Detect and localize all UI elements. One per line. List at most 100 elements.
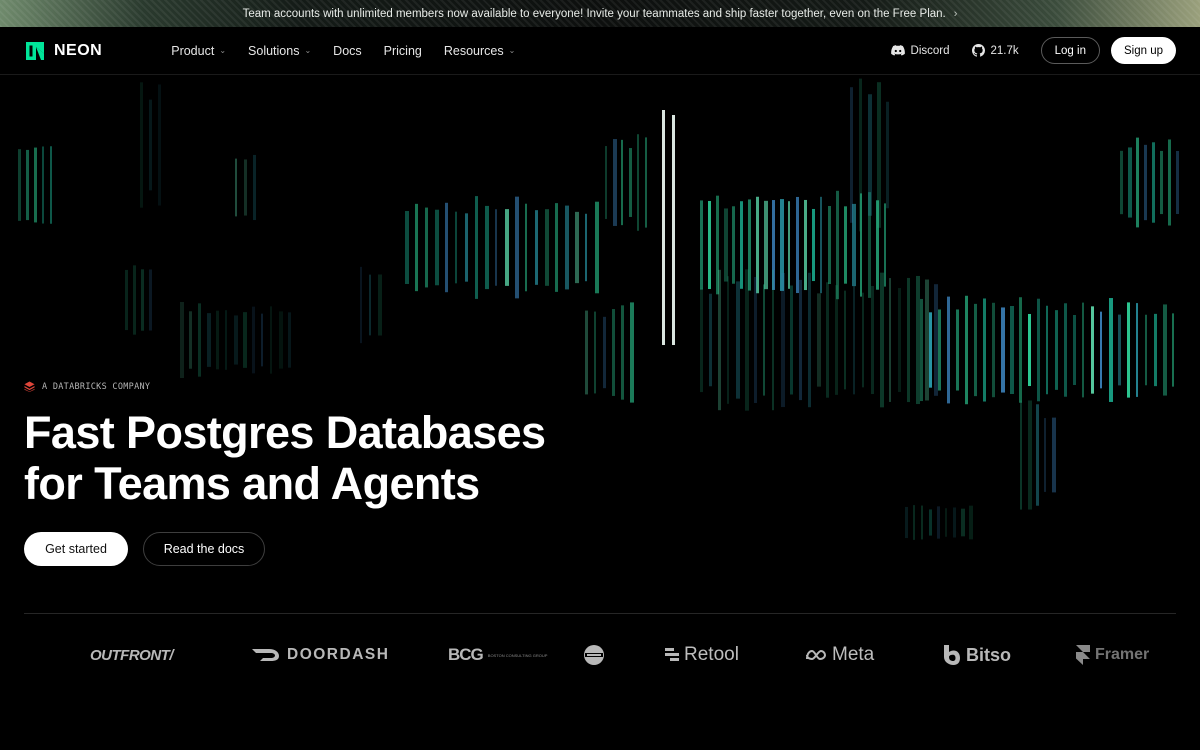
glitch-bar <box>799 279 802 401</box>
glitch-bar <box>621 305 624 400</box>
glitch-bar <box>1160 150 1163 215</box>
get-started-button[interactable]: Get started <box>24 532 128 566</box>
glitch-bar <box>938 309 941 391</box>
glitch-bar <box>594 311 596 394</box>
discord-icon <box>890 45 905 56</box>
glitch-bar <box>925 279 929 401</box>
glitch-bar <box>140 82 143 208</box>
glitch-bar <box>796 196 799 294</box>
glitch-bar <box>252 306 255 374</box>
github-stars: 21.7k <box>990 44 1019 57</box>
glitch-bar <box>585 310 588 395</box>
glitch-bar <box>1128 147 1132 218</box>
github-icon <box>971 44 985 57</box>
menu-docs-label: Docs <box>333 43 362 58</box>
glitch-bar <box>804 199 807 291</box>
glitch-bar <box>1052 417 1056 493</box>
glitch-bar <box>868 94 872 216</box>
glitch-bar <box>1055 310 1058 390</box>
glitch-bar <box>455 211 457 284</box>
glitch-bar <box>270 306 272 374</box>
glitch-bar <box>916 275 920 405</box>
glitch-bar <box>965 295 968 405</box>
glitch-bar <box>945 508 947 537</box>
logo-emblem <box>583 634 605 676</box>
glitch-bar <box>1046 305 1048 395</box>
glitch-bar <box>859 78 862 232</box>
glitch-bar <box>1044 418 1046 492</box>
logo-meta: Meta <box>805 634 874 676</box>
glitch-bar <box>913 505 915 540</box>
menu-resources[interactable]: Resources ⌄ <box>444 44 515 58</box>
glitch-bar <box>1163 304 1167 396</box>
glitch-bar <box>369 274 371 336</box>
menu-resources-label: Resources <box>443 43 504 58</box>
glitch-bar <box>595 201 599 294</box>
glitch-bar <box>820 196 822 294</box>
neon-logo[interactable]: NEON <box>24 40 102 62</box>
menu-pricing[interactable]: Pricing <box>384 44 422 58</box>
glitch-bar <box>133 265 136 335</box>
menu-product-label: Product <box>171 43 215 58</box>
glitch-bar <box>781 272 785 408</box>
glitch-bar <box>1037 298 1040 402</box>
glitch-bar <box>605 146 607 219</box>
glitch-bar <box>1120 150 1123 215</box>
login-button[interactable]: Log in <box>1040 37 1100 64</box>
glitch-bar <box>207 313 211 367</box>
github-link[interactable]: 21.7k <box>971 44 1019 57</box>
glitch-bar <box>1168 139 1171 226</box>
retool-icon <box>665 648 679 661</box>
glitch-bar <box>637 134 639 231</box>
logo-bcg-subtext: BOSTON CONSULTING GROUP <box>487 652 548 658</box>
glitch-bar <box>1136 303 1138 397</box>
logo-bitso-text: Bitso <box>966 644 1011 665</box>
glitch-bar <box>871 285 874 395</box>
glitch-bar <box>1145 314 1147 386</box>
glitch-bar <box>475 196 478 299</box>
menu-docs[interactable]: Docs <box>333 44 361 58</box>
announcement-banner[interactable]: Team accounts with unlimited members now… <box>0 0 1200 27</box>
bitso-icon <box>944 645 960 665</box>
glitch-bar <box>621 139 623 226</box>
top-nav: NEON Product ⌄ Solutions ⌄ Docs Pricing … <box>0 27 1200 75</box>
glitch-bar <box>555 203 558 292</box>
menu-product[interactable]: Product ⌄ <box>171 44 226 58</box>
glitch-bar <box>826 282 829 398</box>
glitch-bar <box>1109 298 1113 402</box>
glitch-bar <box>880 272 884 408</box>
databricks-icon <box>24 381 35 392</box>
glitch-bar <box>50 146 52 224</box>
glitch-bar <box>764 200 768 290</box>
glitch-bar <box>435 209 439 286</box>
glitch-bar <box>1091 306 1094 394</box>
glitch-bar <box>835 285 838 395</box>
signup-button[interactable]: Sign up <box>1110 37 1176 64</box>
nav-actions: Discord 21.7k Log in Sign up <box>890 37 1176 64</box>
glitch-bar <box>149 99 152 191</box>
glitch-bar <box>445 202 448 293</box>
glitch-bar <box>1010 306 1014 394</box>
glitch-bar <box>929 312 932 388</box>
menu-solutions[interactable]: Solutions ⌄ <box>248 44 311 58</box>
section-divider <box>24 613 1176 614</box>
glitch-bar <box>790 285 793 395</box>
glitch-bar <box>515 196 519 299</box>
glitch-bar <box>905 506 908 539</box>
hero-cta-group: Get started Read the docs <box>24 532 265 566</box>
glitch-bar <box>180 301 184 379</box>
glitch-bar <box>1118 314 1121 386</box>
chevron-right-icon: › <box>953 7 958 20</box>
glitch-bar <box>244 159 247 216</box>
glitch-bar <box>216 310 219 370</box>
discord-link[interactable]: Discord <box>890 45 950 57</box>
glitch-bar <box>629 148 632 217</box>
read-docs-button[interactable]: Read the docs <box>143 532 265 566</box>
glitch-bar <box>877 82 881 228</box>
glitch-bar <box>26 149 29 221</box>
glitch-bar <box>929 509 932 536</box>
glitch-bar <box>763 284 765 396</box>
glitch-bar <box>947 296 950 404</box>
glitch-highlight <box>672 115 675 345</box>
logo-outfront: OUTFRONT/ <box>90 634 174 676</box>
